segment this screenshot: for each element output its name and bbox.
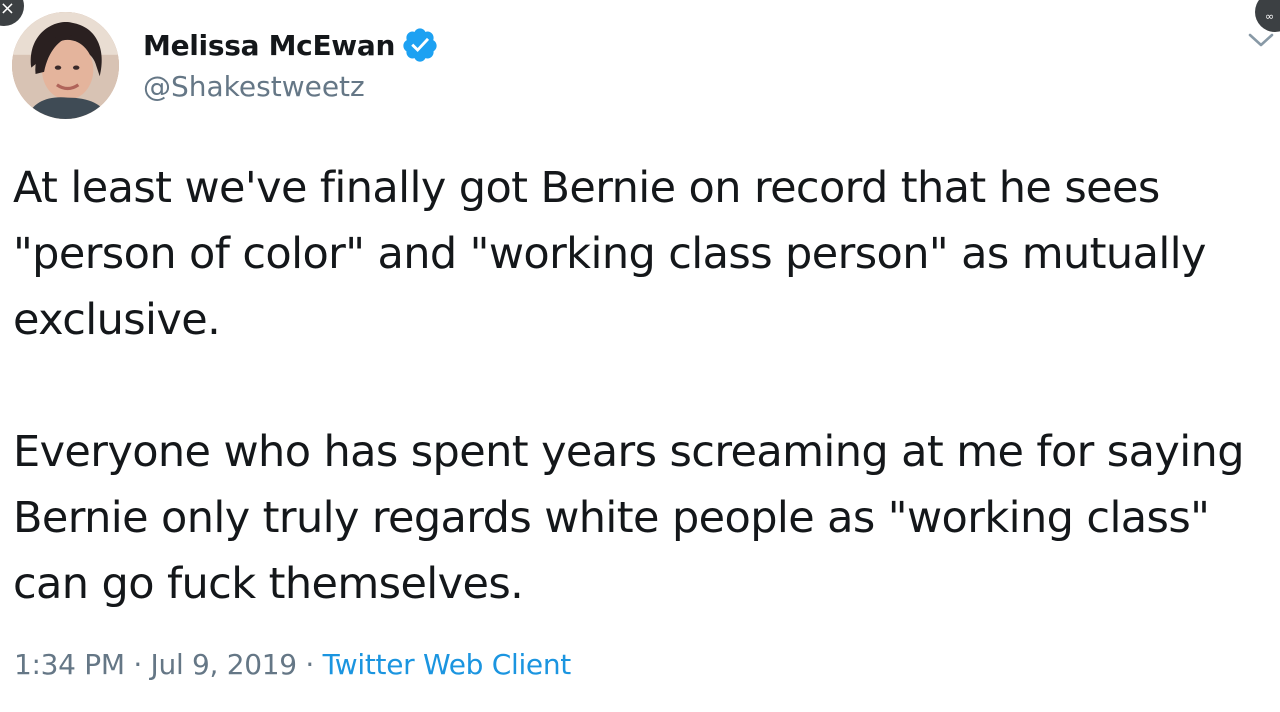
avatar-image: [12, 12, 119, 119]
tweet-paragraph: At least we've finally got Bernie on rec…: [13, 163, 1206, 345]
close-icon: ×: [0, 0, 15, 19]
meta-separator: ·: [296, 648, 323, 681]
more-icon: ∞: [1265, 9, 1276, 23]
user-handle[interactable]: @Shakestweetz: [143, 70, 365, 103]
tweet-text: At least we've finally got Bernie on rec…: [13, 155, 1275, 617]
close-button[interactable]: ×: [0, 0, 24, 26]
name-row: Melissa McEwan: [143, 26, 439, 64]
tweet-source-link[interactable]: Twitter Web Client: [323, 648, 572, 681]
chevron-down-icon[interactable]: [1247, 28, 1275, 50]
avatar[interactable]: [12, 12, 119, 119]
tweet-metadata: 1:34 PM · Jul 9, 2019 · Twitter Web Clie…: [14, 648, 571, 681]
tweet-date[interactable]: Jul 9, 2019: [151, 648, 298, 681]
verified-badge-icon: [403, 28, 437, 62]
tweet-card: × ∞ Melissa McEwan @Shakestweetz At leas…: [0, 0, 1280, 712]
display-name[interactable]: Melissa McEwan: [143, 29, 395, 62]
meta-separator: ·: [124, 648, 151, 681]
tweet-paragraph: Everyone who has spent years screaming a…: [13, 427, 1245, 609]
tweet-time[interactable]: 1:34 PM: [14, 648, 125, 681]
